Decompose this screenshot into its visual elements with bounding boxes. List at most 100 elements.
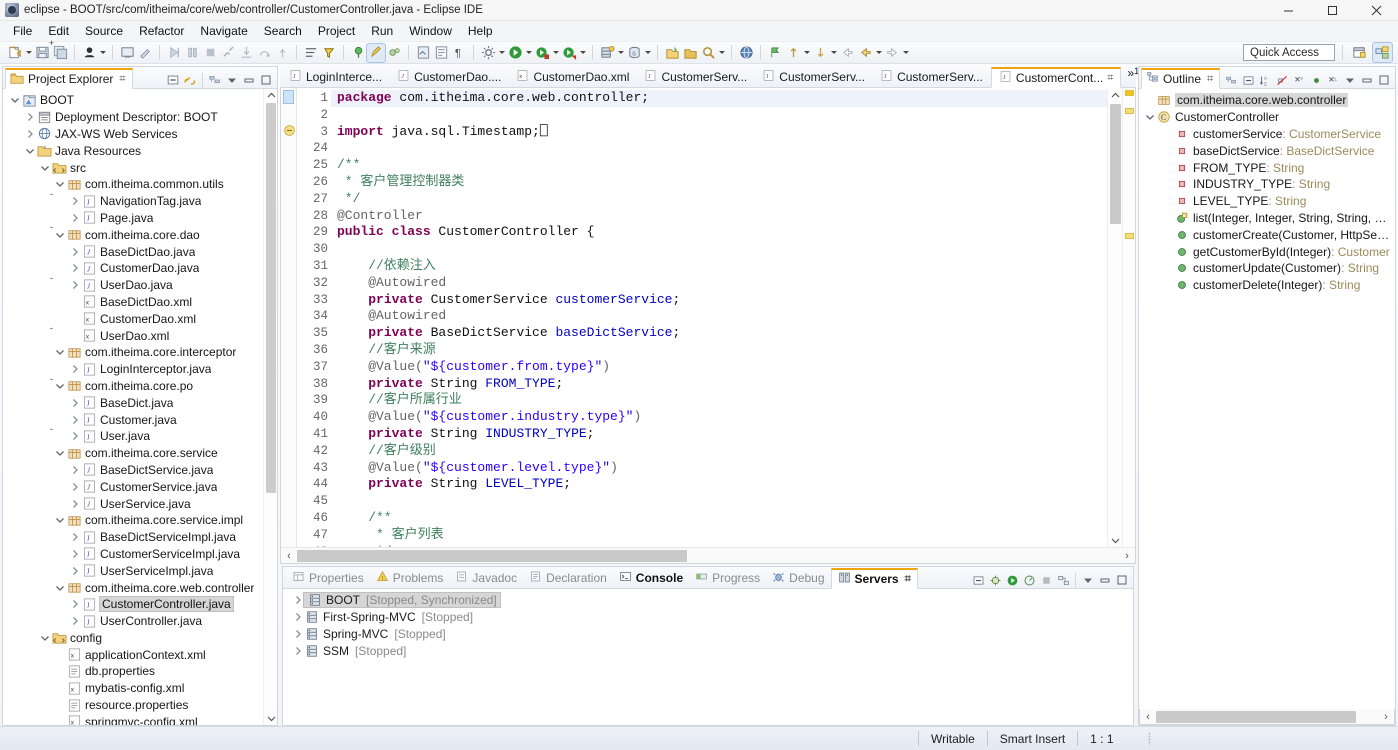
code-line[interactable]: * 客户列表 xyxy=(331,527,1107,544)
chevron-right-icon[interactable] xyxy=(68,431,81,441)
step-return-icon[interactable] xyxy=(273,44,291,62)
scroll-up-arrow[interactable] xyxy=(264,89,277,102)
tree-row[interactable]: J CustomerServiceImpl.java xyxy=(3,546,277,563)
menu-item-navigate[interactable]: Navigate xyxy=(192,22,255,40)
scroll-left-arrow[interactable]: ‹ xyxy=(281,550,297,562)
chevron-down-icon[interactable] xyxy=(874,44,883,62)
menu-item-run[interactable]: Run xyxy=(363,22,401,40)
chevron-right-icon[interactable] xyxy=(68,280,81,290)
code-line[interactable]: @Value("${customer.industry.type}") xyxy=(331,409,1107,426)
hscroll-track[interactable] xyxy=(1156,710,1378,724)
outline-row[interactable]: list(Integer, Integer, String, String, S… xyxy=(1139,210,1395,227)
tree-row[interactable]: J Page.java xyxy=(3,210,277,227)
code-line[interactable]: //依赖注入 xyxy=(331,258,1107,275)
web-browser-icon[interactable] xyxy=(737,44,755,62)
tree-row-selected[interactable]: J CustomerController.java xyxy=(3,596,277,613)
menu-item-help[interactable]: Help xyxy=(460,22,501,40)
back-history-icon[interactable] xyxy=(838,44,856,62)
tree-row[interactable]: J UserController.java xyxy=(3,613,277,630)
chevron-down-icon[interactable] xyxy=(38,633,51,643)
editor-tab-2[interactable]: J CustomerDao.... xyxy=(390,66,509,87)
backward-icon[interactable] xyxy=(856,44,874,62)
tree-row[interactable]: Java Resources xyxy=(3,142,277,159)
chevron-right-icon[interactable] xyxy=(68,213,81,223)
code-line[interactable]: import java.sql.Timestamp;⎕ xyxy=(331,124,1107,141)
close-icon[interactable]: ⌗ xyxy=(905,573,911,586)
chevron-down-icon[interactable] xyxy=(23,146,36,156)
server-row[interactable]: SSM [Stopped] xyxy=(283,642,1133,659)
start-server-icon[interactable] xyxy=(1004,572,1020,588)
collapse-all-icon[interactable] xyxy=(970,572,986,588)
chevron-down-icon[interactable] xyxy=(38,163,51,173)
code-line[interactable]: /** xyxy=(331,157,1107,174)
outline-row[interactable]: baseDictService : BaseDictService xyxy=(1139,142,1395,159)
close-icon[interactable]: ⌗ xyxy=(1207,73,1213,86)
editor-tab-4[interactable]: J CustomerServ... xyxy=(637,66,755,87)
editor-overview-ruler[interactable] xyxy=(1122,88,1135,547)
tree-row[interactable]: com.itheima.core.interceptor xyxy=(3,344,277,361)
code-line[interactable]: @Value("${customer.from.type}") xyxy=(331,359,1107,376)
tree-row[interactable]: J BaseDictService.java xyxy=(3,462,277,479)
server-row[interactable]: First-Spring-MVC [Stopped] xyxy=(283,609,1133,626)
hide-local-types-icon[interactable]: L xyxy=(1325,72,1341,88)
menu-item-source[interactable]: Source xyxy=(77,22,131,40)
focus-on-active-task-icon[interactable] xyxy=(1223,72,1239,88)
fold-collapse-icon[interactable]: - xyxy=(47,375,56,385)
chevron-down-icon[interactable] xyxy=(24,44,33,62)
chevron-right-icon[interactable] xyxy=(68,196,81,206)
chevron-right-icon[interactable] xyxy=(291,595,304,605)
tree-row[interactable]: com.itheima.core.dao xyxy=(3,226,277,243)
server-row[interactable]: BOOT [Stopped, Synchronized] xyxy=(283,592,1133,609)
bottom-tab-problems[interactable]: ! Problems xyxy=(370,567,450,588)
chevron-right-icon[interactable] xyxy=(291,629,304,639)
minimize-icon[interactable] xyxy=(1359,72,1375,88)
tree-row[interactable]: J UserDao.java xyxy=(3,277,277,294)
minimize-icon[interactable] xyxy=(1097,572,1113,588)
scroll-thumb[interactable] xyxy=(266,103,276,493)
hide-nonpublic-icon[interactable] xyxy=(1308,72,1324,88)
tree-row[interactable]: J Customer.java xyxy=(3,411,277,428)
chevron-down-icon[interactable] xyxy=(53,179,66,189)
scroll-down-arrow[interactable] xyxy=(264,712,277,725)
chevron-right-icon[interactable] xyxy=(68,465,81,475)
outline-row[interactable]: customerUpdate(Customer) : String xyxy=(1139,260,1395,277)
chevron-right-icon[interactable] xyxy=(68,482,81,492)
run-icon[interactable] xyxy=(506,44,524,62)
project-explorer-vscrollbar[interactable] xyxy=(263,89,277,725)
tab-outline[interactable]: Outline ⌗ xyxy=(1141,68,1221,89)
tree-row[interactable]: J CustomerDao.java xyxy=(3,260,277,277)
view-menu-icon[interactable] xyxy=(1342,72,1358,88)
chevron-right-icon[interactable] xyxy=(68,549,81,559)
editor-marker-bar[interactable] xyxy=(281,88,297,547)
outline-row[interactable]: getCustomerById(Integer) : Customer xyxy=(1139,243,1395,260)
scroll-up-arrow[interactable] xyxy=(1108,88,1123,102)
tree-row[interactable]: J UserService.java xyxy=(3,495,277,512)
menu-item-project[interactable]: Project xyxy=(310,22,363,40)
tree-row[interactable]: x UserDao.xml xyxy=(3,327,277,344)
sort-icon[interactable]: AZ xyxy=(1257,72,1273,88)
show-whitespace-icon[interactable]: ¶ xyxy=(450,44,468,62)
editor-hscrollbar[interactable]: ‹ › xyxy=(281,547,1135,563)
chevron-down-icon[interactable] xyxy=(802,44,811,62)
bottom-tab-javadoc[interactable]: Javadoc xyxy=(449,567,523,588)
tree-row[interactable]: resource.properties xyxy=(3,697,277,714)
maximize-icon[interactable] xyxy=(258,72,274,88)
open-resource-icon[interactable] xyxy=(681,44,699,62)
mylyn-focus-icon[interactable] xyxy=(349,44,367,62)
bottom-tab-declaration[interactable]: Declaration xyxy=(523,567,613,588)
open-perspective-icon[interactable] xyxy=(1350,43,1369,62)
chevron-right-icon[interactable] xyxy=(68,566,81,576)
forward-icon[interactable] xyxy=(883,44,901,62)
scroll-thumb[interactable] xyxy=(1110,104,1121,224)
tree-row[interactable]: J CustomerService.java xyxy=(3,478,277,495)
code-line[interactable]: @Controller xyxy=(331,208,1107,225)
chevron-down-icon[interactable] xyxy=(53,448,66,458)
chevron-down-icon[interactable] xyxy=(616,44,625,62)
code-line[interactable]: public class CustomerController { xyxy=(331,224,1107,241)
tree-row[interactable]: src xyxy=(3,159,277,176)
tree-row[interactable]: com.itheima.core.po xyxy=(3,378,277,395)
chevron-right-icon[interactable] xyxy=(68,398,81,408)
resume-icon[interactable] xyxy=(165,44,183,62)
code-line[interactable]: private String LEVEL_TYPE; xyxy=(331,476,1107,493)
collapse-all-icon[interactable] xyxy=(165,72,181,88)
